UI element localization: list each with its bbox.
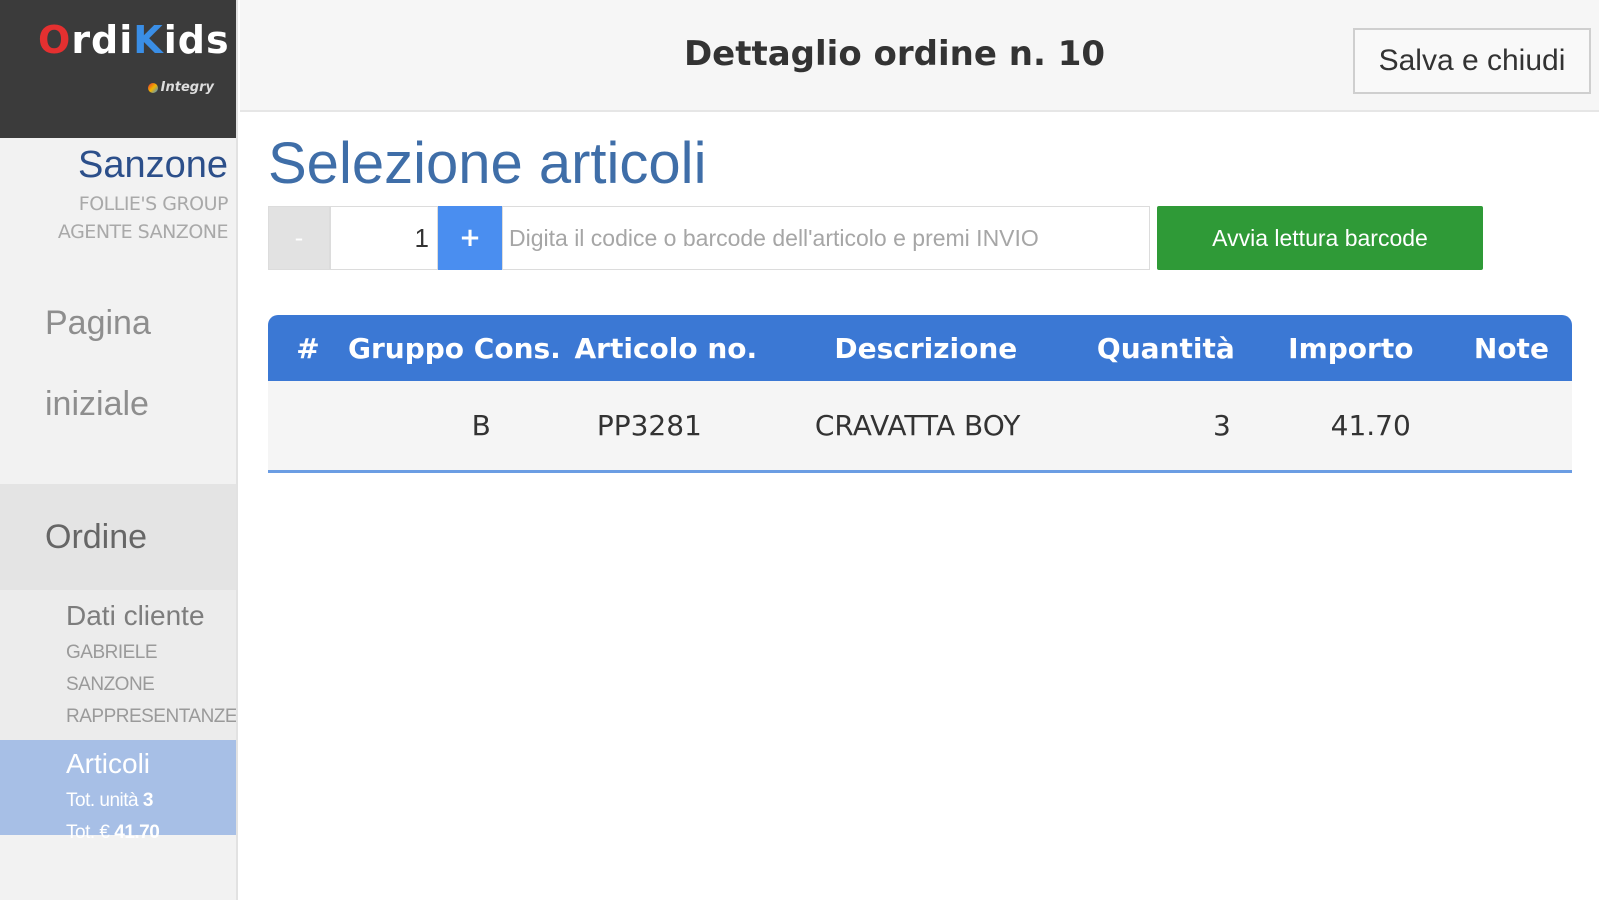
logo-text: OrdiKids	[38, 18, 230, 62]
column-header-note: Note	[1473, 331, 1549, 365]
sidebar-subitem-cliente[interactable]: Dati cliente GABRIELE SANZONE RAPPRESENT…	[0, 590, 236, 740]
sidebar-item-order[interactable]: Ordine	[0, 484, 236, 590]
sidebar: OrdiKids Integry Sanzone FOLLIE'S GROUP …	[0, 0, 238, 900]
quantity-input[interactable]	[330, 206, 438, 270]
save-and-close-button[interactable]: Salva e chiudi	[1353, 28, 1591, 94]
sidebar-item-order-label: Ordine	[45, 518, 148, 556]
cell-quantita: 3	[1213, 408, 1231, 442]
logo-letter-o: O	[38, 18, 72, 62]
cell-index	[268, 381, 348, 471]
quantity-increment-button[interactable]: +	[438, 206, 502, 270]
user-name: Sanzone	[77, 144, 228, 186]
cell-importo: 41.70	[1330, 408, 1411, 442]
articoli-total-label: Tot. €	[66, 822, 110, 843]
article-entry-row: - +	[268, 206, 1150, 270]
logo-subtitle: Integry	[147, 80, 214, 95]
column-header-index: #	[296, 331, 320, 365]
sidebar-subitem-articoli-title: Articoli	[66, 748, 151, 779]
user-info: Sanzone FOLLIE'S GROUP AGENTE SANZONE	[0, 138, 236, 270]
logo-letter-k: K	[133, 18, 164, 62]
sidebar-subitem-cliente-title: Dati cliente	[66, 600, 205, 631]
app-logo[interactable]: OrdiKids Integry	[0, 0, 236, 138]
cell-note	[1451, 381, 1572, 471]
column-header-articolo: Articolo no.	[574, 331, 758, 365]
quantity-decrement-button[interactable]: -	[268, 206, 330, 270]
cell-descrizione: CRAVATTA BOY	[814, 408, 1021, 442]
table-header-row: # Gruppo Cons. Articolo no. Descrizione …	[268, 315, 1572, 381]
articoli-units: Tot. unità 3	[66, 790, 236, 812]
cliente-line: RAPPRESENTANZE	[66, 706, 238, 727]
logo-subtitle-text: Integry	[160, 80, 214, 95]
articoli-total: Tot. € 41.70	[66, 822, 236, 844]
table-row[interactable]: B PP3281 CRAVATTA BOY 3 41.70	[268, 381, 1572, 471]
cell-gruppo: B	[471, 408, 491, 442]
main-content: Selezione articoli - + Avvia lettura bar…	[240, 114, 1599, 900]
start-barcode-scan-button[interactable]: Avvia lettura barcode	[1157, 206, 1483, 270]
section-title: Selezione articoli	[268, 131, 707, 196]
articoli-units-value: 3	[142, 790, 154, 811]
user-company: FOLLIE'S GROUP	[78, 193, 229, 215]
sidebar-item-home[interactable]: Pagina iniziale	[0, 270, 236, 484]
article-code-input[interactable]	[502, 206, 1150, 270]
articoli-units-label: Tot. unità	[66, 790, 139, 811]
column-header-quantita: Quantità	[1096, 331, 1235, 365]
top-bar: Dettaglio ordine n. 10 Salva e chiudi	[240, 0, 1599, 112]
logo-letters-rdi: rdi	[71, 18, 134, 62]
cell-articolo: PP3281	[596, 408, 702, 442]
user-role: AGENTE SANZONE	[57, 221, 229, 243]
articles-table: # Gruppo Cons. Articolo no. Descrizione …	[268, 315, 1572, 473]
sidebar-subitem-articoli[interactable]: Articoli Tot. unità 3 Tot. € 41.70	[0, 740, 236, 843]
integry-icon	[147, 82, 158, 93]
cliente-line: GABRIELE	[66, 642, 158, 663]
column-header-descrizione: Descrizione	[834, 331, 1018, 365]
column-header-importo: Importo	[1288, 331, 1414, 365]
logo-letters-ids: ids	[163, 18, 230, 62]
articoli-total-value: 41.70	[114, 822, 160, 843]
sidebar-item-home-line2: iniziale	[45, 385, 149, 423]
cliente-line: SANZONE	[66, 674, 155, 695]
column-header-gruppo: Gruppo Cons.	[348, 331, 561, 365]
